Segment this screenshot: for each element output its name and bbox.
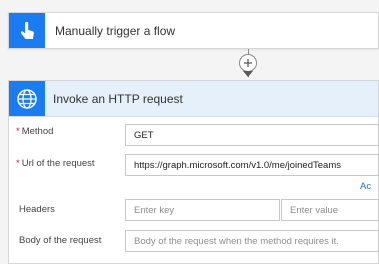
add-parameter-link[interactable]: Ac: [360, 181, 371, 192]
action-header[interactable]: Invoke an HTTP request: [9, 81, 378, 117]
url-label-text: Url of the request: [21, 158, 95, 169]
globe-icon: [17, 88, 37, 109]
trigger-icon-box: [9, 13, 45, 48]
required-marker: *: [16, 126, 20, 137]
plus-icon: [244, 59, 252, 67]
header-value-input[interactable]: Enter value: [281, 199, 379, 221]
body-input[interactable]: Body of the request when the method requ…: [125, 230, 379, 252]
header-key-input[interactable]: Enter key: [125, 199, 280, 221]
method-label-text: Method: [21, 126, 54, 137]
action-title: Invoke an HTTP request: [53, 92, 183, 106]
trigger-card[interactable]: Manually trigger a flow: [8, 12, 379, 49]
required-marker: *: [16, 158, 20, 169]
trigger-title: Manually trigger a flow: [55, 24, 176, 38]
method-label: * Method: [16, 126, 53, 137]
url-field[interactable]: https://graph.microsoft.com/v1.0/me/join…: [125, 154, 379, 176]
action-icon-box: [9, 81, 45, 116]
url-label: * Url of the request: [16, 158, 95, 169]
add-step-button[interactable]: [239, 54, 257, 72]
headers-label: Headers: [19, 204, 55, 215]
method-field[interactable]: GET: [125, 124, 379, 146]
touch-icon: [20, 21, 34, 39]
connector-arrow: [243, 71, 253, 77]
body-label: Body of the request: [19, 235, 102, 246]
